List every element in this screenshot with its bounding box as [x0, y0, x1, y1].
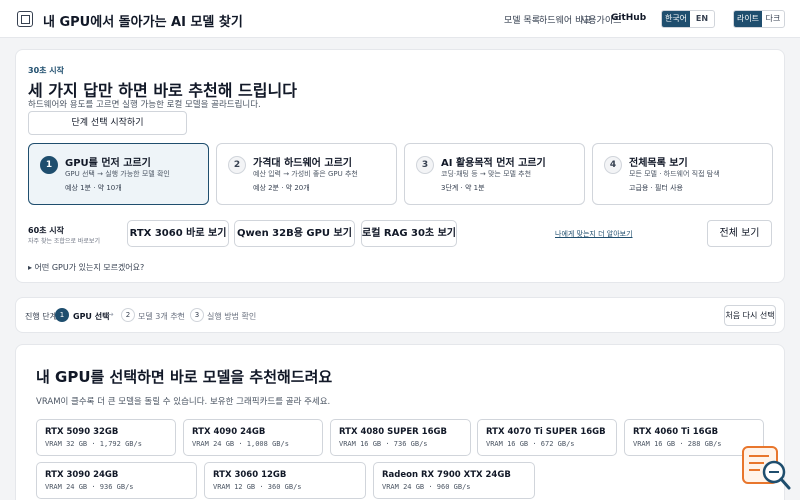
arrow-right-icon: → — [176, 310, 183, 319]
progress-step-run[interactable]: 실행 방법 확인 — [207, 311, 256, 322]
step-description: 예산 입력 → 가성비 좋은 GPU 추천 — [253, 170, 358, 178]
gpu-option-rtx4080-super[interactable]: RTX 4080 SUPER 16GB VRAM 16 GB · 736 GB/… — [330, 419, 471, 456]
lang-ko-button[interactable]: 한국어 — [662, 11, 690, 27]
view-all-button[interactable]: 전체 보기 — [707, 220, 772, 247]
progress-step-number: 1 — [55, 308, 69, 322]
gpu-spec: VRAM 24 GB · 936 GB/s — [45, 483, 134, 491]
gpu-name: RTX 3090 24GB — [45, 470, 119, 480]
gpu-section-subtitle: VRAM이 클수록 더 큰 모델을 돌릴 수 있습니다. 보유한 그래픽카드를 … — [36, 397, 331, 407]
gpu-spec: VRAM 32 GB · 1,792 GB/s — [45, 440, 142, 448]
step-number: 1 — [40, 156, 58, 174]
gpu-spec: VRAM 16 GB · 288 GB/s — [633, 440, 722, 448]
step-number: 3 — [416, 156, 434, 174]
theme-light-button[interactable]: 라이트 — [734, 11, 762, 27]
theme-toggle: 라이트 다크 — [733, 10, 785, 28]
step-meta: 예상 2분 · 약 20개 — [253, 184, 310, 192]
gpu-spec: VRAM 12 GB · 360 GB/s — [213, 483, 302, 491]
progress-step-gpu[interactable]: GPU 선택 — [73, 311, 109, 322]
theme-dark-button[interactable]: 다크 — [762, 11, 784, 27]
gpu-option-rtx4090[interactable]: RTX 4090 24GB VRAM 24 GB · 1,008 GB/s — [183, 419, 323, 456]
reset-selection-button[interactable]: 처음 다시 선택 — [724, 305, 776, 326]
step-card-gpu[interactable]: 1 GPU를 먼저 고르기 GPU 선택 → 실행 가능한 모델 확인 예상 1… — [28, 143, 209, 205]
quick-start-label: 60초 시작 — [28, 226, 64, 235]
progress-step-number: 2 — [121, 308, 135, 322]
top-bar: 내 GPU에서 돌아가는 AI 모델 찾기 모델 목록 하드웨어 비교 사용가이… — [0, 0, 800, 38]
step-number: 2 — [228, 156, 246, 174]
step-number: 4 — [604, 156, 622, 174]
step-title: AI 활용목적 먼저 고르기 — [441, 158, 546, 169]
gpu-name: RTX 4070 Ti SUPER 16GB — [486, 427, 606, 437]
step-card-browse-all[interactable]: 4 전체목록 보기 모든 모델 · 하드웨어 직접 탐색 고급용 · 필터 사용 — [592, 143, 773, 205]
step-meta: 예상 1분 · 약 10개 — [65, 184, 122, 192]
step-meta: 고급용 · 필터 사용 — [629, 184, 683, 192]
quick-start-subtext: 자주 찾는 조합으로 바로보기 — [28, 238, 100, 245]
gpu-spec: VRAM 24 GB · 960 GB/s — [382, 483, 471, 491]
gpu-option-rtx5090[interactable]: RTX 5090 32GB VRAM 32 GB · 1,792 GB/s — [36, 419, 176, 456]
gpu-name: RTX 5090 32GB — [45, 427, 119, 437]
progress-step-number: 3 — [190, 308, 204, 322]
chat-search-icon[interactable] — [742, 446, 792, 492]
gpu-name: RTX 3060 12GB — [213, 470, 287, 480]
gpu-spec: VRAM 16 GB · 736 GB/s — [339, 440, 428, 448]
gpu-spec: VRAM 24 GB · 1,008 GB/s — [192, 440, 289, 448]
quick-chip-local-rag[interactable]: 로컬 RAG 30초 보기 — [361, 220, 457, 247]
site-title[interactable]: 내 GPU에서 돌아가는 AI 모델 찾기 — [43, 11, 243, 30]
step-description: 모든 모델 · 하드웨어 직접 탐색 — [629, 170, 720, 178]
chip-icon — [17, 11, 33, 27]
arrow-right-icon: → — [107, 310, 114, 319]
quick-chip-rtx3060[interactable]: RTX 3060 바로 보기 — [127, 220, 229, 247]
step-meta: 3단계 · 약 1분 — [441, 184, 485, 192]
learn-more-link[interactable]: 나에게 맞는지 더 알아보기 — [555, 229, 633, 239]
gpu-name: RTX 4060 Ti 16GB — [633, 427, 719, 437]
gpu-spec: VRAM 16 GB · 672 GB/s — [486, 440, 575, 448]
lang-en-button[interactable]: EN — [690, 11, 714, 27]
gpu-name: RTX 4080 SUPER 16GB — [339, 427, 447, 437]
progress-label: 진행 단계 — [25, 312, 57, 321]
step-title: GPU를 먼저 고르기 — [65, 158, 151, 169]
nav-models[interactable]: 모델 목록 — [504, 13, 540, 26]
gpu-option-rx7900xtx[interactable]: Radeon RX 7900 XTX 24GB VRAM 24 GB · 960… — [373, 462, 535, 499]
step-card-budget[interactable]: 2 가격대 하드웨어 고르기 예산 입력 → 가성비 좋은 GPU 추천 예상 … — [216, 143, 397, 205]
gpu-option-rtx4070ti-super[interactable]: RTX 4070 Ti SUPER 16GB VRAM 16 GB · 672 … — [477, 419, 617, 456]
nav-github[interactable]: GitHub — [611, 13, 646, 23]
gpu-section-title: 내 GPU를 선택하면 바로 모델을 추천해드려요 — [36, 368, 333, 386]
start-steps-button[interactable]: 단계 선택 시작하기 — [28, 111, 187, 135]
step-description: GPU 선택 → 실행 가능한 모델 확인 — [65, 170, 170, 178]
step-title: 전체목록 보기 — [629, 158, 688, 169]
quick-chip-qwen32b[interactable]: Qwen 32B용 GPU 보기 — [234, 220, 355, 247]
step-card-purpose[interactable]: 3 AI 활용목적 먼저 고르기 코딩·채팅 등 → 맞는 모델 추천 3단계 … — [404, 143, 585, 205]
step-description: 코딩·채팅 등 → 맞는 모델 추천 — [441, 170, 532, 178]
step-title: 가격대 하드웨어 고르기 — [253, 158, 352, 169]
quick-start-eyebrow: 30초 시작 — [28, 66, 64, 75]
gpu-name: Radeon RX 7900 XTX 24GB — [382, 470, 511, 480]
gpu-option-rtx3090[interactable]: RTX 3090 24GB VRAM 24 GB · 936 GB/s — [36, 462, 197, 499]
language-toggle: 한국어 EN — [661, 10, 715, 28]
gpu-name: RTX 4090 24GB — [192, 427, 266, 437]
gpu-option-rtx3060[interactable]: RTX 3060 12GB VRAM 12 GB · 360 GB/s — [204, 462, 366, 499]
hero-subtitle: 하드웨어와 용도를 고르면 실행 가능한 로컬 모델을 골라드립니다. — [28, 100, 261, 110]
gpu-help-toggle[interactable]: ▸ 어떤 GPU가 있는지 모르겠어요? — [28, 262, 144, 273]
